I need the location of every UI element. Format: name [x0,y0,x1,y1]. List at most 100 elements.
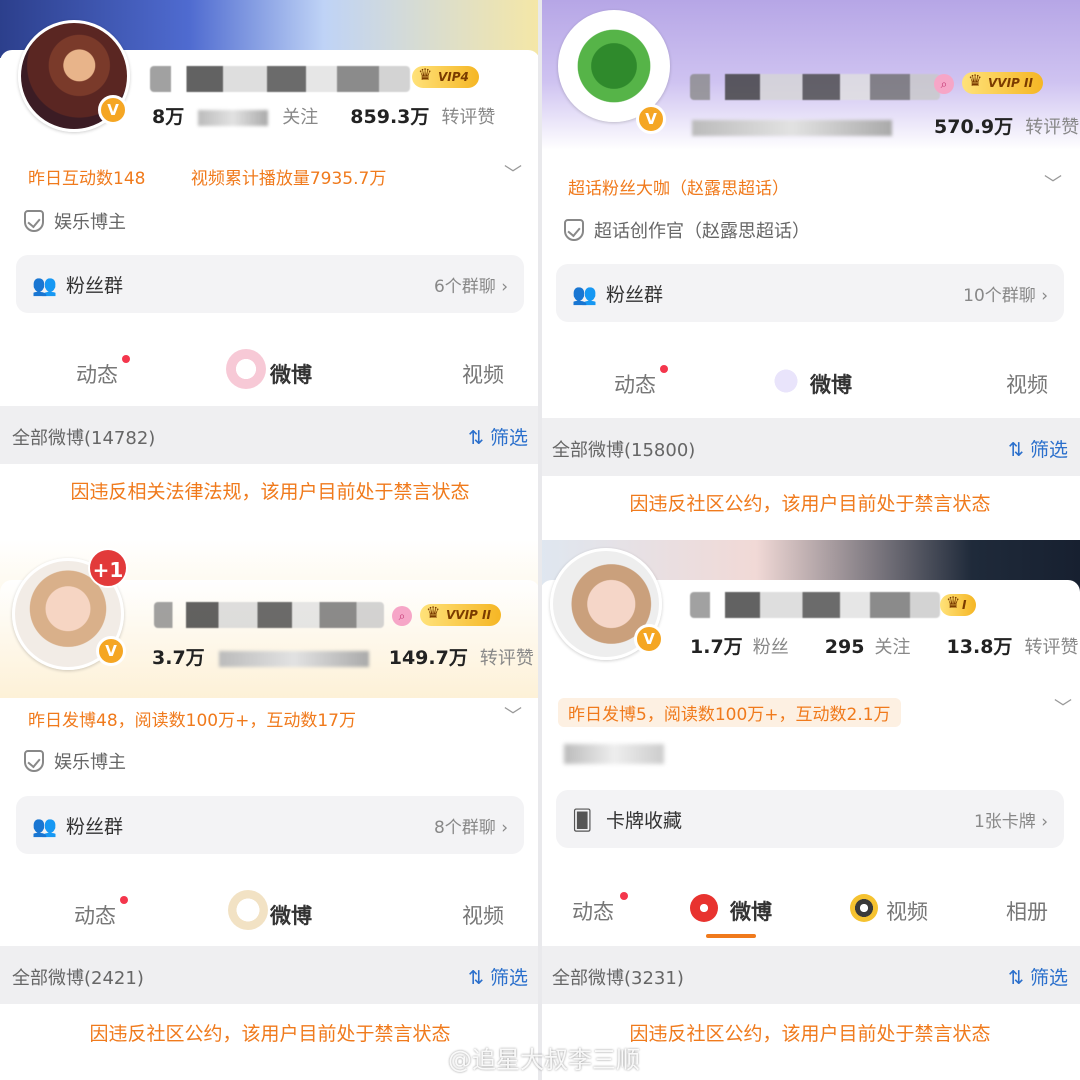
profile-stats: 1.7万 粉丝 295 关注 13.8万 转评赞 [690,632,1078,659]
chevron-down-icon[interactable]: ﹀ [504,160,522,186]
bunny-tab-icon [228,890,268,930]
tab-video[interactable]: 视频 [886,896,928,926]
profile-panel-1: V VIP4 8万 关注 859.3万 转评赞 昨日互动数148 视频累计播放量7… [0,0,540,540]
search-lens-icon: ⌕ [934,74,954,94]
vip-badge[interactable]: I [940,592,977,616]
verification-tag: 娱乐博主 [24,748,126,774]
followers-count[interactable]: 1.7万 [690,636,743,658]
interaction-count: 昨日互动数148 [28,169,146,189]
reposts-label: 转评赞 [479,648,534,669]
group-count: 10个群聊 › [963,286,1048,306]
plus-one-badge: +1 [88,548,128,588]
reposts-count[interactable]: 13.8万 [947,636,1013,658]
shield-icon [24,210,44,232]
tab-video[interactable]: 视频 [462,359,504,389]
active-tab-indicator [706,934,756,938]
reposts-label: 转评赞 [1024,637,1079,658]
profile-stats: 570.9万 转评赞 [692,112,1079,139]
group-icon: 👥 [32,814,57,838]
tab-feed[interactable]: 动态 [614,369,656,399]
tab-album[interactable]: 相册 [1006,896,1048,926]
tab-bar: 动态 微博 视频 相册 [540,880,1080,944]
reposts-count[interactable]: 149.7万 [389,647,468,669]
verified-badge-icon: V [96,636,126,666]
notification-dot [660,365,668,373]
followers-count[interactable]: 3.7万 [152,647,205,669]
fan-group-card[interactable]: 👥 粉丝群 10个群聊 › [556,264,1064,322]
followers-count[interactable]: 8万 [152,106,184,128]
tab-feed[interactable]: 动态 [74,900,116,930]
profile-panel-3: +1 V ⌕ VVIP II 3.7万 149.7万 转评赞 昨日发博48，阅读… [0,540,540,1080]
filter-button[interactable]: ⇅ 筛选 [1008,963,1068,990]
profile-stats: 8万 关注 859.3万 转评赞 [152,102,495,129]
card-collection[interactable]: 🂠 卡牌收藏 1张卡牌 › [556,790,1064,848]
watermark: @追星大叔李三顺 [448,1046,640,1074]
profile-panel-2: V ⌕ VVIP II 570.9万 转评赞 超话粉丝大咖（赵露思超话） ﹀ 超… [540,0,1080,540]
verified-badge-icon: V [636,104,666,134]
tab-weibo[interactable]: 微博 [270,900,312,930]
card-count: 1张卡牌 › [973,812,1048,832]
chevron-down-icon[interactable]: ﹀ [1054,694,1072,720]
ban-notice: 因违反相关法律法规，该用户目前处于禁言状态 [0,464,540,520]
group-count: 8个群聊 › [433,818,508,838]
shield-icon [564,219,584,241]
butterfly-tab-icon [766,361,806,401]
fan-group-card[interactable]: 👥 粉丝群 6个群聊 › [16,255,524,313]
vip-badge[interactable]: VVIP II [420,602,501,626]
tab-weibo[interactable]: 微博 [270,359,312,389]
weibo-logo-icon [690,894,718,922]
username-blurred [690,592,940,618]
weibo-filter-bar: 全部微博(2421) ⇅ 筛选 [0,946,540,1004]
filter-icon: ⇅ [468,967,490,989]
filter-icon: ⇅ [1008,439,1030,461]
filter-icon: ⇅ [1008,967,1030,989]
reposts-label: 转评赞 [441,107,496,128]
filter-button[interactable]: ⇅ 筛选 [468,963,528,990]
tab-weibo[interactable]: 微博 [730,896,772,926]
bunny-tab-icon [226,349,266,389]
verified-badge-icon: V [98,95,128,125]
notification-dot [122,355,130,363]
chevron-down-icon[interactable]: ﹀ [504,702,522,728]
reposts-count[interactable]: 570.9万 [934,116,1013,138]
vip-badge[interactable]: VVIP II [962,70,1043,94]
filter-button[interactable]: ⇅ 筛选 [1008,435,1068,462]
ban-notice: 因违反社区公约，该用户目前处于禁言状态 [540,476,1080,532]
username-blurred [154,602,384,628]
weibo-count: 全部微博(3231) [552,968,684,989]
tab-video[interactable]: 视频 [462,900,504,930]
group-icon: 👥 [32,273,57,297]
card-collection-label: 卡牌收藏 [606,810,683,832]
weibo-count: 全部微博(2421) [12,968,144,989]
tab-weibo[interactable]: 微博 [810,369,852,399]
weibo-filter-bar: 全部微博(3231) ⇅ 筛选 [540,946,1080,1004]
verification-tag: 超话创作官（赵露思超话） [564,217,810,243]
filter-icon: ⇅ [468,427,490,449]
weibo-filter-bar: 全部微博(14782) ⇅ 筛选 [0,406,540,464]
fan-group-label: 粉丝群 [66,275,124,297]
vip-badge[interactable]: VIP4 [412,64,479,88]
followers-label: 粉丝 [752,637,789,658]
chevron-down-icon[interactable]: ﹀ [1044,170,1062,196]
reposts-count[interactable]: 859.3万 [350,106,429,128]
following-label: 关注 [874,637,911,658]
superfan-title: 超话粉丝大咖（赵露思超话） ﹀ [568,174,1062,199]
verification-tag: 娱乐博主 [24,208,126,234]
video-icon [850,894,878,922]
weibo-filter-bar: 全部微博(15800) ⇅ 筛选 [540,418,1080,476]
filter-button[interactable]: ⇅ 筛选 [468,423,528,450]
card-icon: 🂠 [572,808,593,832]
following-label[interactable]: 关注 [282,107,318,128]
blurred-tag [564,744,664,764]
divider [538,0,542,1080]
following-count[interactable]: 295 [825,636,865,658]
activity-info: 昨日互动数148 视频累计播放量7935.7万 ﹀ [28,164,522,189]
tab-feed[interactable]: 动态 [572,896,614,926]
video-plays: 视频累计播放量7935.7万 [190,169,387,189]
tab-video[interactable]: 视频 [1006,369,1048,399]
tab-feed[interactable]: 动态 [76,359,118,389]
screenshot-collage: V VIP4 8万关注 859.3万 转评赞 昨日互动数148 视频累计播放量7… [0,0,1080,1080]
notification-dot [120,896,128,904]
activity-info: 昨日发博5，阅读数100万+，互动数2.1万 [558,698,901,727]
fan-group-card[interactable]: 👥 粉丝群 8个群聊 › [16,796,524,854]
